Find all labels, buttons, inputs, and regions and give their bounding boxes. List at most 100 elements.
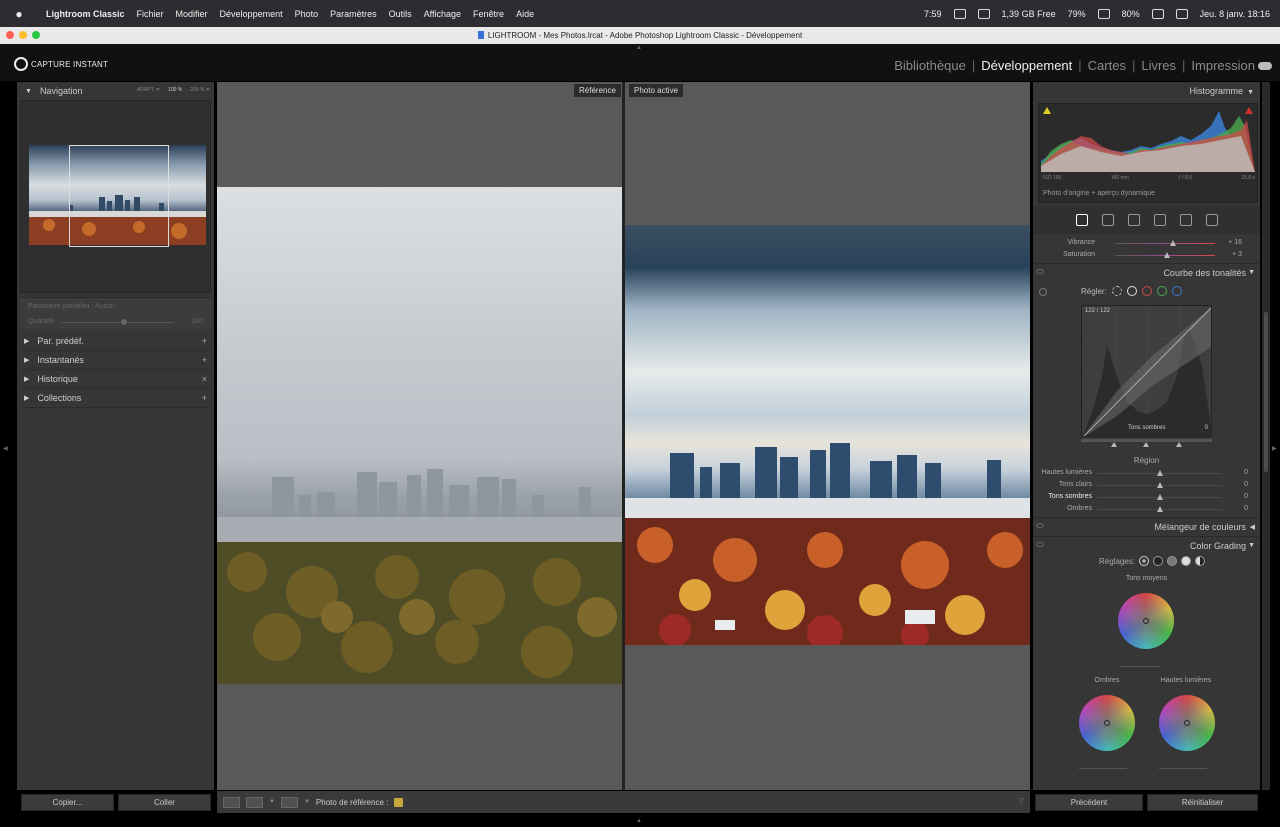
wifi-icon[interactable]	[1151, 8, 1164, 19]
collapse-triangle-icon[interactable]: ▼	[1248, 269, 1255, 276]
menu-parametres[interactable]: Paramètres	[330, 9, 377, 19]
menu-modifier[interactable]: Modifier	[176, 9, 208, 19]
menu-aide[interactable]: Aide	[516, 9, 534, 19]
menu-app-name[interactable]: Lightroom Classic	[46, 9, 125, 19]
highlights-region-slider[interactable]: Hautes lumières 0	[1033, 467, 1260, 479]
parametric-curve-icon[interactable]	[1111, 286, 1122, 296]
preset-amount-knob[interactable]	[120, 319, 127, 325]
eye-icon[interactable]	[1036, 523, 1044, 528]
split-knob-highlights[interactable]	[1176, 442, 1182, 447]
reference-photo[interactable]	[217, 187, 622, 684]
zoom-fit[interactable]: ADAPT. ≑	[137, 87, 160, 93]
tone-curve-graph[interactable]: 122 / 122 Tons sombres 0	[1081, 305, 1212, 437]
color-mixer-header[interactable]: Mélangeur de couleurs ◀	[1033, 517, 1260, 535]
slider-knob[interactable]	[1164, 252, 1170, 258]
expand-triangle-icon[interactable]: ▶	[24, 356, 29, 364]
expand-triangle-icon[interactable]: ▶	[24, 337, 29, 345]
cloud-sync-icon[interactable]	[1258, 62, 1272, 70]
previous-button[interactable]: Précédent	[1035, 794, 1143, 811]
color-grading-header[interactable]: Color Grading ▼	[1033, 536, 1260, 554]
navigation-header[interactable]: ▼ Navigation ADAPT. ≑ 100 % 200 % ≑	[17, 82, 214, 100]
midtones-wheel-handle[interactable]	[1143, 618, 1149, 624]
top-panel-toggle-icon[interactable]: ▲	[636, 45, 642, 51]
expand-triangle-icon[interactable]: ▶	[24, 394, 29, 402]
shadows-luminance-slider[interactable]	[1079, 768, 1127, 769]
menu-affichage[interactable]: Affichage	[424, 9, 461, 19]
chevron-down-icon[interactable]: ▼	[269, 799, 275, 805]
scrollbar-thumb[interactable]	[1264, 312, 1268, 472]
module-livres[interactable]: Livres	[1141, 58, 1176, 73]
menu-developpement[interactable]: Développement	[220, 9, 283, 19]
reset-button[interactable]: Réinitialiser	[1147, 794, 1258, 811]
slider-knob[interactable]	[1156, 506, 1163, 512]
section-history[interactable]: ▶ Historique ×	[20, 370, 211, 389]
collapse-triangle-icon[interactable]: ▼	[1248, 542, 1255, 549]
vibrance-slider[interactable]: Vibrance + 16	[1033, 237, 1260, 249]
expand-triangle-icon[interactable]: ◀	[1250, 523, 1255, 531]
darks-region-slider[interactable]: Tons sombres 0	[1033, 491, 1260, 503]
tone-curve-header[interactable]: Courbe des tonalités ▼	[1033, 263, 1260, 281]
expand-triangle-icon[interactable]: ▶	[24, 375, 29, 383]
three-way-icon[interactable]	[1139, 556, 1150, 566]
histogram[interactable]: ISO 100 160 mm ƒ / 8,0 15,0 s Photo d'or…	[1038, 103, 1258, 203]
control-center-icon[interactable]	[1175, 8, 1188, 19]
slider-track[interactable]	[1115, 243, 1215, 244]
collapse-triangle-icon[interactable]: ▼	[25, 88, 32, 95]
navigator-view-frame[interactable]	[69, 145, 169, 247]
module-impression[interactable]: Impression	[1191, 58, 1255, 73]
point-curve-green-icon[interactable]	[1156, 286, 1167, 296]
active-photo[interactable]	[625, 225, 1030, 645]
cast-icon[interactable]	[953, 8, 966, 19]
menu-outils[interactable]: Outils	[389, 9, 412, 19]
cpu-status[interactable]: 79%	[1068, 9, 1086, 19]
slider-knob[interactable]	[1156, 482, 1163, 488]
shadows-wheel-handle[interactable]	[1104, 720, 1110, 726]
highlights-luminance-slider[interactable]	[1159, 768, 1207, 769]
slider-value[interactable]: + 16	[1228, 239, 1242, 246]
global-wheel-icon[interactable]	[1195, 556, 1206, 566]
slider-value[interactable]: 0	[1244, 505, 1248, 512]
right-panel-scrollbar[interactable]	[1262, 82, 1270, 790]
split-knob-shadows[interactable]	[1111, 442, 1117, 447]
toolbar-menu-icon[interactable]: ▽	[1019, 797, 1024, 805]
slider-value[interactable]: + 3	[1232, 251, 1242, 258]
slider-knob[interactable]	[1156, 470, 1163, 476]
section-snapshots[interactable]: ▶ Instantanés +	[20, 351, 211, 370]
point-curve-white-icon[interactable]	[1126, 286, 1137, 296]
shadows-wheel-icon[interactable]	[1153, 556, 1164, 566]
add-snapshot-button[interactable]: +	[202, 355, 207, 365]
slider-value[interactable]: 0	[1244, 481, 1248, 488]
zoom-200[interactable]: 200 % ≑	[190, 87, 210, 93]
battery-icon[interactable]	[1097, 8, 1110, 19]
menu-photo[interactable]: Photo	[295, 9, 319, 19]
point-curve-red-icon[interactable]	[1141, 286, 1152, 296]
eye-icon[interactable]	[1036, 269, 1044, 274]
crop-icon[interactable]	[1101, 214, 1114, 226]
before-after-button[interactable]	[246, 796, 263, 808]
split-knob-midtones[interactable]	[1143, 442, 1149, 447]
disk-icon[interactable]	[977, 8, 990, 19]
histogram-preview-note[interactable]: Photo d'origine + aperçu dynamique	[1043, 190, 1155, 197]
left-panel-toggle-icon[interactable]: ◀	[3, 445, 8, 452]
battery-status[interactable]: 80%	[1122, 9, 1140, 19]
reference-view-button[interactable]	[280, 796, 298, 808]
slider-knob[interactable]	[1156, 494, 1163, 500]
edit-sliders-icon[interactable]	[1075, 214, 1088, 226]
target-adjust-icon[interactable]	[1039, 288, 1047, 296]
module-cartes[interactable]: Cartes	[1088, 58, 1126, 73]
add-collection-button[interactable]: +	[202, 393, 207, 403]
healing-icon[interactable]	[1127, 214, 1140, 226]
apple-icon[interactable]: ●	[12, 7, 26, 21]
slider-value[interactable]: 0	[1244, 469, 1248, 476]
timer-status[interactable]: 7:59	[924, 9, 942, 19]
add-preset-button[interactable]: +	[202, 336, 207, 346]
preset-amount-track[interactable]	[62, 322, 174, 323]
lights-region-slider[interactable]: Tons clairs 0	[1033, 479, 1260, 491]
zoom-100[interactable]: 100 %	[168, 87, 182, 93]
eye-icon[interactable]	[1036, 542, 1044, 547]
midtones-wheel-icon[interactable]	[1167, 556, 1178, 566]
navigator-preview[interactable]	[20, 100, 211, 293]
module-bibliotheque[interactable]: Bibliothèque	[894, 58, 966, 73]
menu-fichier[interactable]: Fichier	[137, 9, 164, 19]
paste-settings-button[interactable]: Coller	[118, 794, 211, 811]
